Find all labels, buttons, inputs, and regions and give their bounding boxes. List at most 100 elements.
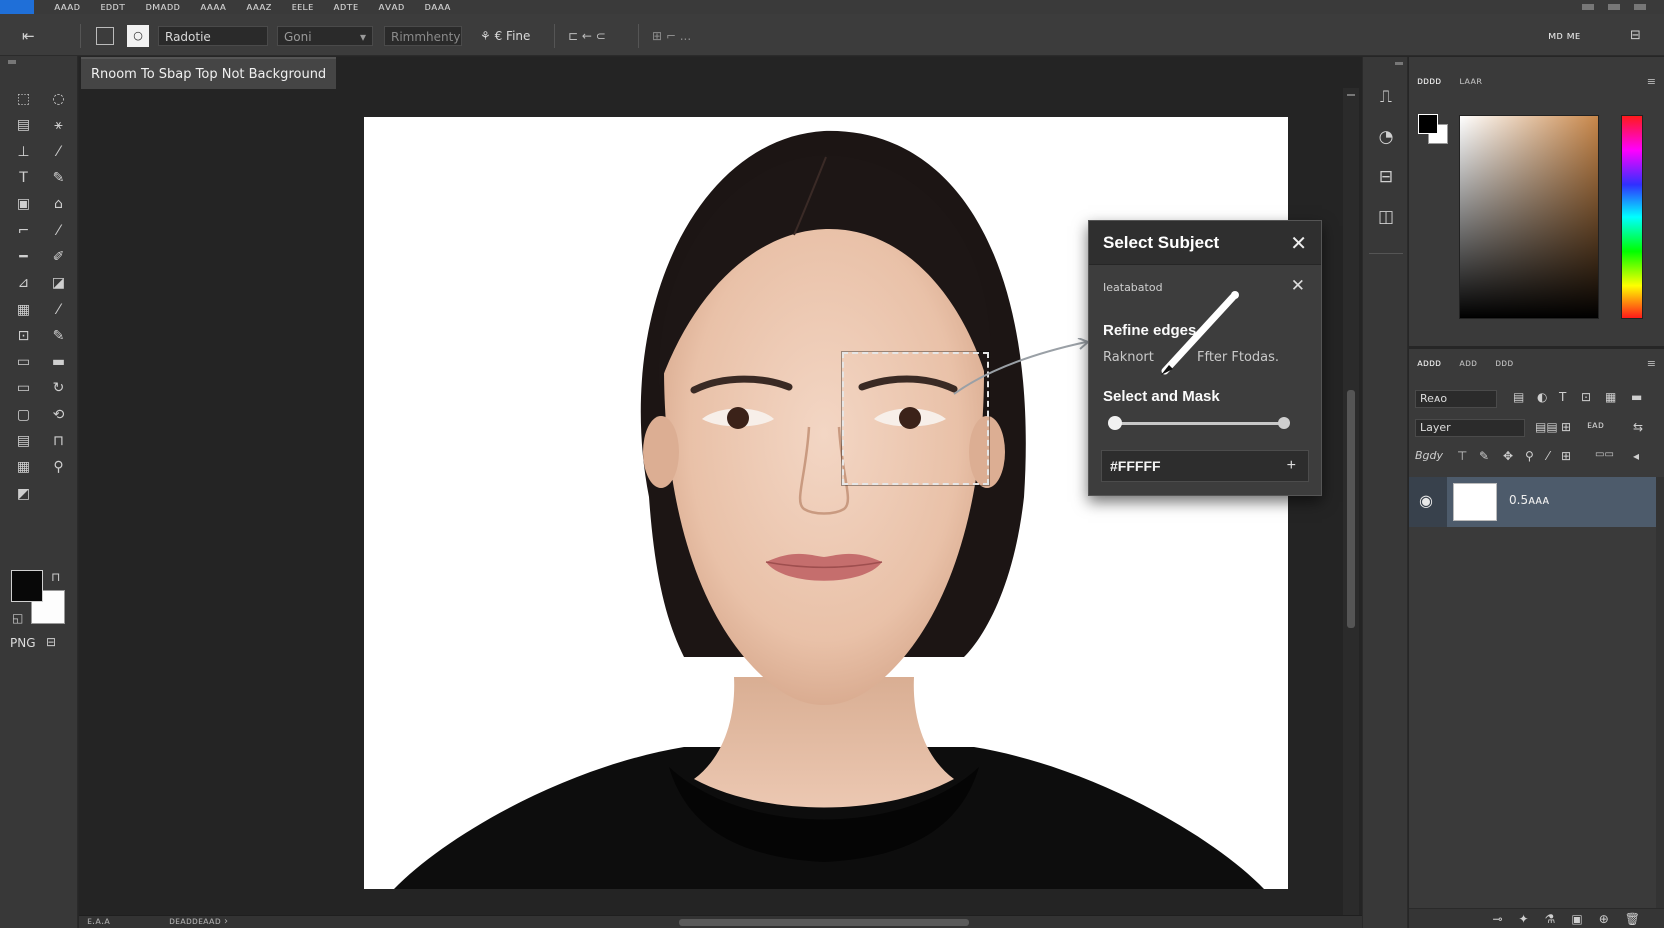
tool-button[interactable]: ⌐ bbox=[6, 217, 41, 243]
tool-button[interactable]: ▤ bbox=[6, 112, 41, 138]
menu-item-select[interactable]: ᴇᴇʟᴇ bbox=[291, 0, 313, 14]
tool-button[interactable]: ▦ bbox=[6, 454, 41, 480]
tool-button[interactable]: ✐ bbox=[41, 244, 76, 270]
link-icon[interactable]: ⊞ bbox=[1561, 420, 1571, 434]
tool-button[interactable]: ⚲ bbox=[41, 454, 76, 480]
sample-dropdown[interactable]: Goni ▾ bbox=[277, 26, 373, 46]
tool-button[interactable]: ⊿ bbox=[6, 270, 41, 296]
link-layers-icon[interactable]: ⊸ bbox=[1492, 909, 1502, 928]
tab-paths[interactable]: ᴅᴅᴅ bbox=[1495, 353, 1513, 375]
filter-shape-icon[interactable]: ⊡ bbox=[1581, 390, 1591, 404]
history-icon[interactable]: ⎍ bbox=[1363, 87, 1409, 107]
tool-button[interactable]: ✎ bbox=[41, 323, 76, 349]
blend-mode-dropdown[interactable]: Layer bbox=[1415, 419, 1525, 437]
hue-slider[interactable] bbox=[1621, 115, 1643, 319]
swap-colors-icon[interactable]: ⊓ bbox=[51, 570, 60, 584]
filter-adjust-icon[interactable]: ◐ bbox=[1537, 390, 1547, 404]
layer-search-field[interactable]: Reᴀo bbox=[1415, 390, 1497, 408]
document-tab[interactable]: Rnoom To Sbap Top Not Background bbox=[81, 57, 337, 89]
tool-button[interactable]: ⊓ bbox=[41, 428, 76, 454]
opacity-stepper-icon[interactable]: ⇆ bbox=[1633, 420, 1643, 434]
layers-scrollbar[interactable] bbox=[1656, 477, 1664, 917]
menu-item-filter[interactable]: ᴀᴅᴛᴇ bbox=[333, 0, 358, 14]
adjustments-icon[interactable]: ◔ bbox=[1363, 127, 1409, 147]
tool-button[interactable]: ⊡ bbox=[6, 323, 41, 349]
filter-type-icon[interactable]: T bbox=[1559, 390, 1566, 404]
scroll-up-arrow[interactable] bbox=[1347, 94, 1355, 96]
doc-info[interactable]: ᴅᴇᴀᴅᴅᴇᴀᴀᴅ › bbox=[169, 916, 228, 928]
panel-menu-icon[interactable]: ≡ bbox=[1647, 75, 1656, 88]
strip-grip[interactable] bbox=[1395, 62, 1403, 65]
menu-item-type[interactable]: ᴀᴀᴀᴢ bbox=[246, 0, 271, 14]
layers-menu-icon[interactable]: ≡ bbox=[1647, 357, 1656, 370]
fx-icon[interactable]: ✦ bbox=[1519, 909, 1529, 928]
layer-name[interactable]: 0.5ᴀᴀᴀ bbox=[1509, 493, 1549, 507]
filter-smart-icon[interactable]: ▦ bbox=[1605, 390, 1616, 404]
tool-button[interactable]: ▣ bbox=[6, 191, 41, 217]
refine-filter-option[interactable]: Ffter Ftodas. bbox=[1197, 350, 1279, 365]
libraries-icon[interactable]: ◫ bbox=[1363, 207, 1409, 227]
tool-button[interactable]: ▭ bbox=[6, 349, 41, 375]
maximize-button[interactable] bbox=[1608, 4, 1620, 10]
layer-thumbnail[interactable] bbox=[1453, 483, 1497, 521]
color-picker-field[interactable] bbox=[1459, 115, 1599, 319]
tool-button[interactable]: ⁄ bbox=[41, 296, 76, 322]
menu-item-file[interactable]: ᴀᴀᴀᴅ bbox=[54, 0, 80, 14]
fill-stepper-icon[interactable]: ◂ bbox=[1633, 449, 1639, 463]
tool-button[interactable]: ⬚ bbox=[6, 86, 41, 112]
back-arrow-icon[interactable]: ⇤ bbox=[22, 26, 35, 46]
mask-slider-handle[interactable] bbox=[1108, 416, 1122, 430]
default-colors-icon[interactable]: ◱ bbox=[12, 611, 23, 625]
select-mode-group[interactable]: ⊏ ← ⊂ bbox=[568, 26, 606, 46]
selection-mode-icon[interactable]: ○ bbox=[127, 25, 149, 47]
add-mask-icon[interactable]: ⚗ bbox=[1545, 909, 1556, 928]
lock-pixels-icon[interactable]: ✎ bbox=[1479, 449, 1489, 463]
tool-button[interactable]: ↻ bbox=[41, 375, 76, 401]
tool-button[interactable]: ▬ bbox=[41, 349, 76, 375]
toolbox-grip[interactable] bbox=[8, 60, 16, 64]
eye-icon[interactable]: ◉ bbox=[1419, 491, 1433, 510]
workspace-switcher[interactable]: ᴍᴅ ᴍᴇ bbox=[1548, 26, 1580, 46]
menu-item-window[interactable]: ᴅᴀᴀᴀ bbox=[424, 0, 450, 14]
tab-color[interactable]: ᴅᴅᴅᴅ bbox=[1417, 71, 1441, 93]
tool-button[interactable]: ━ bbox=[6, 244, 41, 270]
minimize-button[interactable] bbox=[1582, 4, 1594, 10]
vertical-scrollbar[interactable] bbox=[1343, 88, 1359, 918]
menu-item-view[interactable]: ᴀᴠᴀᴅ bbox=[378, 0, 404, 14]
dimension-field[interactable]: Rimmhenty bbox=[384, 26, 462, 46]
menu-item-image[interactable]: ᴅᴍᴀᴅᴅ bbox=[145, 0, 180, 14]
fill-icon[interactable]: ⊞ bbox=[1561, 449, 1571, 463]
extra-options[interactable]: ⊞ ⌐ ... bbox=[652, 26, 691, 46]
menu-item-layer[interactable]: ᴀᴀᴀᴀ bbox=[200, 0, 226, 14]
tool-button[interactable]: ⌂ bbox=[41, 191, 76, 217]
properties-icon[interactable]: ⊟ bbox=[1363, 167, 1409, 187]
style-field[interactable]: Radotie bbox=[158, 26, 268, 46]
delete-layer-icon[interactable]: 🗑 bbox=[1625, 909, 1640, 928]
add-icon[interactable]: + bbox=[1287, 451, 1296, 481]
menu-item-edit[interactable]: ᴇᴅᴅᴛ bbox=[100, 0, 125, 14]
lock-position-icon[interactable]: ✥ bbox=[1503, 449, 1513, 463]
tool-button[interactable]: ▦ bbox=[6, 296, 41, 322]
lock-all-icon[interactable]: ⁄ bbox=[1547, 449, 1549, 463]
close-icon[interactable]: ✕ bbox=[1290, 231, 1307, 255]
color-hex-field[interactable]: #FFFFF + bbox=[1101, 450, 1309, 482]
tool-button[interactable]: ⁄ bbox=[41, 139, 76, 165]
panel-foreground-swatch[interactable] bbox=[1418, 114, 1438, 134]
panel-toggle-icon[interactable]: ⊟ bbox=[1630, 26, 1641, 46]
dismiss-icon[interactable]: ✕ bbox=[1291, 276, 1305, 296]
foreground-color-swatch[interactable] bbox=[11, 570, 43, 602]
quick-mask-icon[interactable]: ⊟ bbox=[46, 635, 56, 649]
layout-icon[interactable]: ▤▤ bbox=[1535, 420, 1558, 434]
filter-toggle-icon[interactable]: ▬ bbox=[1631, 390, 1642, 404]
tool-button[interactable]: ◪ bbox=[41, 270, 76, 296]
tool-button[interactable]: ✎ bbox=[41, 165, 76, 191]
tool-button[interactable]: ▤ bbox=[6, 428, 41, 454]
lock-artboard-icon[interactable]: ⚲ bbox=[1525, 449, 1534, 463]
filter-pixel-icon[interactable]: ▤ bbox=[1513, 390, 1524, 404]
tab-layers[interactable]: ᴀᴅᴅᴅ bbox=[1417, 353, 1441, 375]
tool-button[interactable]: ⁄ bbox=[41, 217, 76, 243]
tool-button[interactable]: ◩ bbox=[6, 480, 41, 506]
tab-swatches[interactable]: ʟᴀᴀʀ bbox=[1459, 71, 1482, 93]
new-layer-icon[interactable]: ⊕ bbox=[1599, 909, 1609, 928]
tab-channels[interactable]: ᴀᴅᴅ bbox=[1459, 353, 1477, 375]
